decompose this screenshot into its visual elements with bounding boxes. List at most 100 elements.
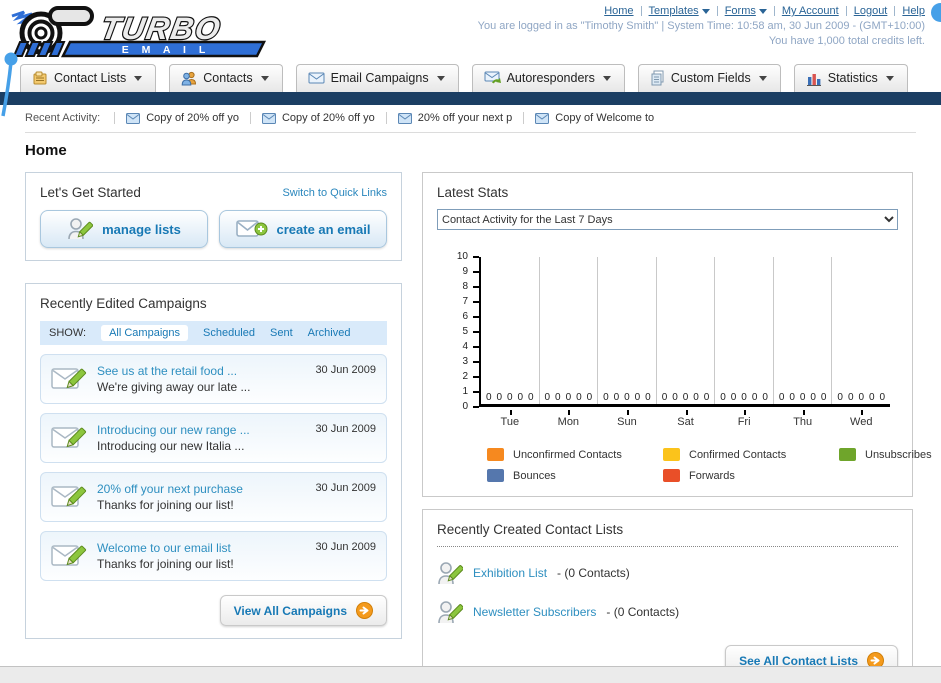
campaign-row[interactable]: 20% off your next purchase Thanks for jo…	[40, 472, 387, 522]
nav-divider	[716, 6, 718, 16]
tab-contact-lists[interactable]: Contact Lists	[20, 64, 157, 92]
legend-swatch	[663, 448, 680, 461]
nav-link-forms[interactable]: Forms	[725, 5, 767, 17]
campaign-title-link[interactable]: 20% off your next purchase	[97, 482, 305, 496]
filter-all-campaigns[interactable]: All Campaigns	[101, 325, 188, 341]
legend-item: Unsubscribes	[839, 448, 932, 461]
caret-down-icon	[134, 75, 143, 81]
dotted-divider	[437, 546, 898, 547]
value-label: 0	[879, 392, 886, 403]
y-tick-label: 2	[462, 371, 468, 382]
filter-archived[interactable]: Archived	[308, 327, 351, 339]
statistics-icon	[806, 73, 821, 86]
legend-item: Forwards	[663, 469, 839, 482]
stats-period-select[interactable]: Contact Activity for the Last 7 Days	[437, 209, 898, 230]
value-label: 0	[496, 392, 503, 403]
logo-text-email: E M A I L	[122, 44, 211, 56]
caret-down-icon	[758, 75, 767, 81]
envelope-icon	[126, 112, 141, 124]
create-email-button[interactable]: create an email	[219, 210, 387, 248]
envelope-icon	[535, 112, 550, 124]
recent-activity-item[interactable]: Copy of 20% off yo	[249, 112, 386, 124]
recent-activity-item[interactable]: Copy of Welcome to	[523, 112, 665, 124]
tab-autoresponders[interactable]: Autoresponders	[471, 64, 625, 92]
legend-swatch	[487, 469, 504, 482]
switch-quick-links-link[interactable]: Switch to Quick Links	[282, 187, 387, 199]
manage-lists-button[interactable]: manage lists	[40, 210, 208, 248]
campaign-date: 30 Jun 2009	[315, 541, 376, 553]
value-label: 0	[703, 392, 710, 403]
filter-scheduled[interactable]: Scheduled	[203, 327, 255, 339]
y-tick-label: 9	[462, 266, 468, 277]
x-tick-label: Tue	[500, 416, 520, 428]
contact-list-name-link[interactable]: Newsletter Subscribers	[473, 605, 596, 619]
tab-contacts[interactable]: Contacts	[169, 64, 283, 92]
main-content: Let's Get Started Switch to Quick Links …	[25, 172, 932, 683]
recent-activity-item[interactable]: Copy of 20% off yo	[114, 112, 250, 124]
recently-created-contact-lists-panel: Recently Created Contact Lists Exhibitio…	[422, 509, 913, 683]
contact-list-item[interactable]: Exhibition List - (0 Contacts)	[437, 560, 898, 586]
y-tick-label: 8	[462, 281, 468, 292]
nav-link-help[interactable]: Help	[902, 5, 925, 17]
right-column: Latest Stats Contact Activity for the La…	[422, 172, 932, 683]
campaign-title-link[interactable]: Welcome to our email list	[97, 541, 305, 555]
x-tick-label: Wed	[850, 416, 873, 428]
value-label: 0	[730, 392, 737, 403]
tab-statistics[interactable]: Statistics	[793, 64, 908, 92]
contact-list-item[interactable]: Newsletter Subscribers - (0 Contacts)	[437, 599, 898, 625]
nav-link-home[interactable]: Home	[604, 5, 633, 17]
chart-group: 0 0 0 0 0 Fri	[715, 257, 774, 428]
legend-label: Forwards	[689, 469, 735, 482]
footer-strip	[0, 666, 941, 683]
campaign-title-link[interactable]: Introducing our new range ...	[97, 423, 305, 437]
tab-custom-fields[interactable]: Custom Fields	[637, 64, 781, 92]
value-label: 0	[565, 392, 572, 403]
person-pencil-icon	[438, 601, 463, 624]
envelope-pencil-icon	[51, 486, 87, 507]
value-label: 0	[741, 392, 747, 403]
legend-label: Bounces	[513, 469, 556, 482]
campaign-title-link[interactable]: See us at the retail food ...	[97, 364, 305, 378]
login-status-text: You are logged in as "Timothy Smith" | S…	[477, 20, 925, 32]
nav-link-templates[interactable]: Templates	[649, 5, 710, 17]
arrow-right-icon	[356, 602, 373, 619]
chart-group: 0 0 0 0 0 Tue	[481, 257, 540, 428]
value-label: 0	[751, 392, 758, 403]
contact-lists-icon	[33, 71, 47, 85]
nav-link-logout[interactable]: Logout	[854, 5, 888, 17]
value-label: 0	[603, 392, 609, 403]
recent-activity-bar: Recent Activity: Copy of 20% off yo Copy…	[0, 105, 941, 131]
value-label: 0	[693, 392, 699, 403]
value-label: 0	[810, 392, 816, 403]
x-tick-label: Thu	[793, 416, 813, 428]
campaign-row[interactable]: Welcome to our email list Thanks for joi…	[40, 531, 387, 581]
value-label: 0	[672, 392, 678, 403]
nav-link-my-account[interactable]: My Account	[782, 5, 839, 17]
recent-activity-item[interactable]: 20% off your next p	[385, 112, 524, 124]
tab-email-campaigns[interactable]: Email Campaigns	[295, 64, 459, 92]
chart-group: 0 0 0 0 0 Sun	[598, 257, 657, 428]
contacts-icon	[181, 71, 197, 86]
help-bubble-icon[interactable]	[931, 3, 941, 22]
recently-edited-campaigns-panel: Recently Edited Campaigns SHOW: All Camp…	[25, 283, 402, 639]
y-tick-label: 5	[462, 326, 468, 337]
campaign-subtitle: Thanks for joining our list!	[97, 498, 234, 512]
get-started-title: Let's Get Started	[40, 185, 141, 200]
envelope-pencil-icon	[51, 368, 87, 389]
filter-sent[interactable]: Sent	[270, 327, 293, 339]
view-all-campaigns-button[interactable]: View All Campaigns	[219, 595, 387, 626]
contact-list-name-link[interactable]: Exhibition List	[473, 566, 547, 580]
credits-text: You have 1,000 total credits left.	[768, 35, 925, 47]
envelope-icon	[397, 112, 412, 124]
campaign-row[interactable]: See us at the retail food ... We're givi…	[40, 354, 387, 404]
get-started-panel: Let's Get Started Switch to Quick Links …	[25, 172, 402, 261]
campaign-subtitle: We're giving away our late ...	[97, 380, 251, 394]
campaign-row[interactable]: Introducing our new range ... Introducin…	[40, 413, 387, 463]
main-nav-tabs: Contact Lists Contacts Email Campaigns A…	[20, 64, 941, 92]
caret-down-icon	[701, 8, 710, 14]
caret-down-icon	[885, 75, 894, 81]
campaign-date: 30 Jun 2009	[315, 364, 376, 376]
y-tick-label: 6	[462, 311, 468, 322]
value-label: 0	[820, 392, 827, 403]
x-tick-label: Sun	[617, 416, 637, 428]
